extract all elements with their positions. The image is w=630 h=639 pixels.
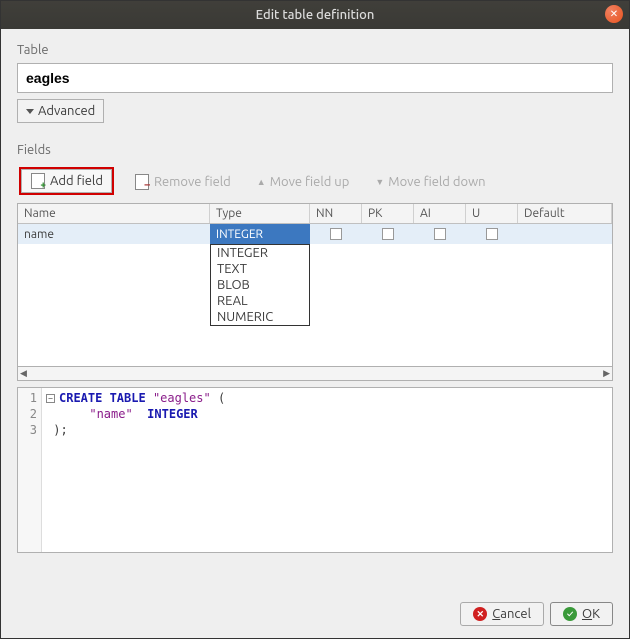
type-option[interactable]: NUMERIC [211,309,309,325]
type-option[interactable]: BLOB [211,277,309,293]
ai-checkbox[interactable] [434,228,446,240]
table-label: Table [17,43,613,57]
sql-paren: ( [211,391,225,405]
nn-checkbox[interactable] [330,228,342,240]
close-icon[interactable]: ✕ [605,5,623,23]
sql-code[interactable]: −CREATE TABLE "eagles" ( "name" INTEGER … [42,388,229,552]
move-up-button: ▲ Move field up [251,173,356,191]
arrow-down-icon: ▼ [375,177,384,187]
cell-u[interactable] [466,228,518,240]
sql-preview: 1 2 3 −CREATE TABLE "eagles" ( "name" IN… [17,387,613,553]
scroll-right-icon[interactable]: ▶ [603,368,610,379]
sql-tablename: "eagles" [153,391,211,405]
move-down-button: ▼ Move field down [369,173,491,191]
u-checkbox[interactable] [486,228,498,240]
ok-button[interactable]: ✓ OK [550,602,613,626]
type-option[interactable]: TEXT [211,261,309,277]
type-option[interactable]: REAL [211,293,309,309]
move-down-label: Move field down [388,175,485,189]
add-field-button[interactable]: Add field [21,169,112,193]
pk-checkbox[interactable] [382,228,394,240]
chevron-down-icon [26,109,34,114]
fields-table: Name Type NN PK AI U Default name INTEGE… [17,203,613,367]
column-header-pk[interactable]: PK [362,204,414,223]
fields-section-label: Fields [17,143,613,157]
ok-label: OK [582,607,600,621]
arrow-up-icon: ▲ [257,177,266,187]
column-header-u[interactable]: U [466,204,518,223]
remove-field-icon [134,174,150,190]
add-field-label: Add field [50,174,103,188]
ok-icon: ✓ [563,607,577,621]
lineno: 3 [20,422,37,438]
sql-close: ); [53,423,67,437]
move-up-label: Move field up [270,175,350,189]
column-header-ai[interactable]: AI [414,204,466,223]
cancel-button[interactable]: ✕ Cancel [460,602,544,626]
sql-kw: CREATE TABLE [59,391,146,405]
fold-icon[interactable]: − [46,394,55,403]
type-selected-value[interactable]: INTEGER [210,224,310,244]
add-field-icon [30,173,46,189]
cell-ai[interactable] [414,228,466,240]
type-dropdown[interactable]: INTEGER TEXT BLOB REAL NUMERIC [210,244,310,326]
cancel-icon: ✕ [473,607,487,621]
sql-coltype: INTEGER [147,407,198,421]
horizontal-scrollbar[interactable]: ◀ ▶ [17,367,613,381]
advanced-label: Advanced [38,104,95,118]
window-title: Edit table definition [256,8,375,22]
scroll-left-icon[interactable]: ◀ [20,368,27,379]
titlebar: Edit table definition ✕ [1,1,629,29]
column-header-nn[interactable]: NN [310,204,362,223]
lineno: 2 [20,406,37,422]
cancel-label: Cancel [492,607,531,621]
column-header-name[interactable]: Name [18,204,210,223]
remove-field-button: Remove field [128,172,237,192]
cell-nn[interactable] [310,228,362,240]
sql-colname: "name" [89,407,132,421]
cell-type[interactable]: INTEGER [210,224,310,244]
table-header-row: Name Type NN PK AI U Default [18,204,612,224]
column-header-type[interactable]: Type [210,204,310,223]
cell-name[interactable]: name [18,228,210,241]
cell-pk[interactable] [362,228,414,240]
type-option[interactable]: INTEGER [211,245,309,261]
remove-field-label: Remove field [154,175,231,189]
lineno: 1 [20,390,37,406]
column-header-default[interactable]: Default [518,204,612,223]
table-name-input[interactable] [17,63,613,93]
line-gutter: 1 2 3 [18,388,42,552]
table-row[interactable]: name INTEGER [18,224,612,244]
advanced-button[interactable]: Advanced [17,99,104,123]
